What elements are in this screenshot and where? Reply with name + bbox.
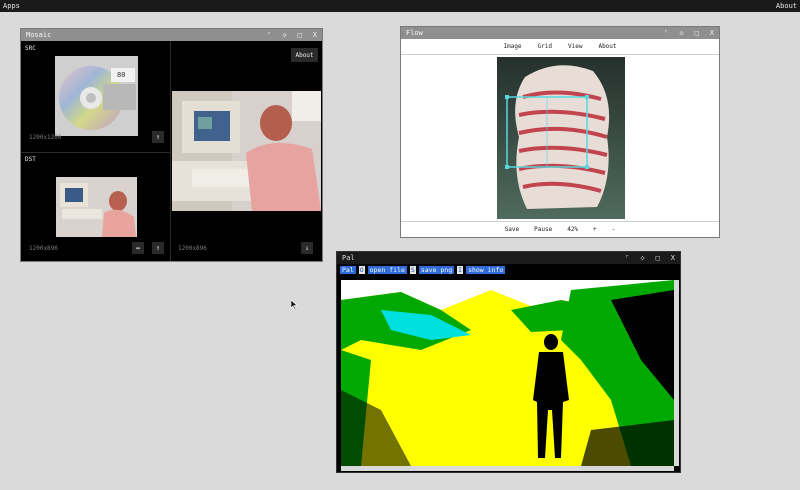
flow-window: Flow ⌜ ◇ □ X Image Grid View About Save … bbox=[400, 26, 720, 238]
save-button[interactable]: Save bbox=[505, 226, 519, 233]
pal-titlebar[interactable]: Pal ⌜ ◇ □ X bbox=[337, 252, 680, 264]
mosaic-titlebar[interactable]: Mosaic ⌜ ◇ □ X bbox=[21, 29, 322, 41]
close-icon[interactable]: X bbox=[671, 254, 675, 262]
open-file-button[interactable]: open file bbox=[367, 266, 407, 274]
pal-toolbar: Pal O open file S save png I show info bbox=[337, 264, 680, 276]
maximize-icon[interactable]: □ bbox=[695, 29, 699, 37]
maximize-icon[interactable]: □ bbox=[656, 254, 660, 262]
close-icon[interactable]: X bbox=[313, 31, 317, 39]
menubar: Apps About bbox=[0, 0, 800, 12]
download-icon: ↓ bbox=[304, 244, 310, 252]
agate-image bbox=[497, 57, 625, 219]
pin-icon[interactable]: ◇ bbox=[679, 29, 683, 37]
pal-window: Pal ⌜ ◇ □ X Pal O open file S save png I… bbox=[336, 251, 681, 473]
swap-icon: ↔ bbox=[135, 244, 141, 252]
window-title: Mosaic bbox=[26, 31, 52, 39]
output-image[interactable] bbox=[172, 91, 321, 211]
window-title: Flow bbox=[406, 29, 423, 37]
zoom-in-button[interactable]: + bbox=[593, 226, 597, 233]
zoom-out-button[interactable]: - bbox=[612, 226, 616, 233]
mouse-cursor-icon bbox=[291, 300, 298, 310]
zoom-level: 42% bbox=[567, 226, 579, 233]
about-button[interactable]: About bbox=[291, 48, 318, 62]
horizontal-scrollbar[interactable] bbox=[341, 466, 674, 471]
dst-label: DST bbox=[25, 156, 36, 163]
upload-icon: ↑ bbox=[155, 244, 161, 252]
menu-grid[interactable]: Grid bbox=[538, 43, 552, 50]
download-button[interactable]: ↓ bbox=[301, 242, 313, 254]
pin-icon[interactable]: ◇ bbox=[282, 31, 286, 39]
about-menu[interactable]: About bbox=[776, 2, 797, 10]
menu-view[interactable]: View bbox=[568, 43, 582, 50]
save-png-button[interactable]: save png bbox=[418, 266, 455, 274]
upload-src-button[interactable]: ↑ bbox=[152, 131, 164, 143]
upload-dst-button[interactable]: ↑ bbox=[152, 242, 164, 254]
computer-photo-icon bbox=[56, 177, 137, 237]
palette-image[interactable] bbox=[341, 280, 674, 466]
dst-dimensions: 1200x896 bbox=[29, 245, 58, 252]
divider bbox=[170, 41, 171, 261]
src-dimensions: 1200x1200 bbox=[29, 134, 62, 141]
mosaic-body: SRC 80 1200x1200 ↑ DST 1200x896 ↔ ↑ Abou… bbox=[21, 41, 322, 261]
swap-button[interactable]: ↔ bbox=[132, 242, 144, 254]
about-label: About bbox=[295, 51, 314, 59]
pause-button[interactable]: Pause bbox=[534, 226, 552, 233]
upload-icon: ↑ bbox=[155, 133, 161, 141]
info-key[interactable]: I bbox=[457, 266, 464, 274]
open-key[interactable]: O bbox=[358, 266, 365, 274]
show-info-button[interactable]: show info bbox=[466, 266, 506, 274]
save-key[interactable]: S bbox=[409, 266, 416, 274]
snap-icon[interactable]: ⌜ bbox=[664, 29, 668, 37]
src-label: SRC bbox=[25, 45, 36, 52]
mosaic-output-icon bbox=[172, 91, 321, 211]
divider bbox=[21, 152, 170, 153]
maximize-icon[interactable]: □ bbox=[298, 31, 302, 39]
mosaic-window: Mosaic ⌜ ◇ □ X SRC 80 1200x1200 ↑ DST 12… bbox=[20, 28, 323, 262]
menu-about[interactable]: About bbox=[598, 43, 616, 50]
snap-icon[interactable]: ⌜ bbox=[267, 31, 271, 39]
flow-footer: Save Pause 42% + - bbox=[401, 221, 719, 237]
snap-icon[interactable]: ⌜ bbox=[625, 254, 629, 262]
src-image[interactable]: 80 bbox=[55, 56, 138, 136]
cd-label: 80 bbox=[117, 71, 126, 79]
apps-menu[interactable]: Apps bbox=[3, 2, 20, 10]
close-icon[interactable]: X bbox=[710, 29, 714, 37]
flow-menu: Image Grid View About bbox=[401, 39, 719, 55]
output-dimensions: 1200x896 bbox=[178, 245, 207, 252]
window-title: Pal bbox=[342, 254, 355, 262]
flow-titlebar[interactable]: Flow ⌜ ◇ □ X bbox=[401, 27, 719, 39]
menu-image[interactable]: Image bbox=[503, 43, 521, 50]
flow-canvas[interactable] bbox=[401, 55, 719, 221]
pal-name: Pal bbox=[340, 266, 356, 274]
vertical-scrollbar[interactable] bbox=[674, 280, 679, 466]
cd-icon bbox=[55, 56, 138, 136]
pin-icon[interactable]: ◇ bbox=[640, 254, 644, 262]
dst-image[interactable] bbox=[56, 177, 137, 237]
